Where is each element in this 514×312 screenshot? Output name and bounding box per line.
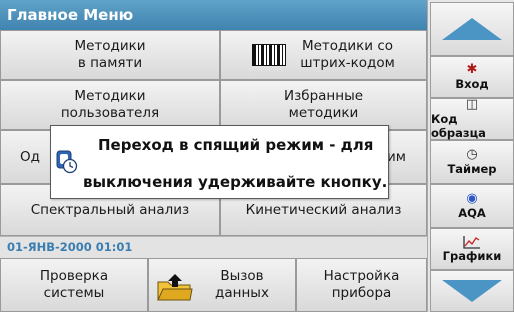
kinetic-analysis-label: Кинетический анализ [245, 201, 402, 218]
barcode-programs-button[interactable]: Методики со штрих-кодом [220, 30, 427, 80]
arrow-down-icon [442, 280, 502, 302]
folder-upload-icon [157, 274, 193, 301]
recall-data-label: Вызов данных [215, 268, 269, 301]
status-bar: 01-ЯНВ-2000 01:01 [0, 236, 427, 258]
clock-icon: ◷ [466, 147, 478, 162]
recall-data-button[interactable]: Вызов данных [148, 258, 296, 312]
scroll-down-button[interactable] [430, 270, 514, 312]
graphs-label: Графики [442, 249, 502, 263]
quality-icon: ◉ [466, 191, 478, 206]
datetime-label: 01-ЯНВ-2000 01:01 [7, 240, 133, 254]
stored-programs-label: Методики в памяти [74, 38, 146, 71]
barcode-icon [252, 44, 287, 66]
instrument-setup-label: Настройка прибора [323, 268, 400, 301]
login-button[interactable]: ✱ Вход [430, 56, 514, 98]
sleep-clock-icon [56, 150, 78, 174]
graph-icon [463, 236, 480, 249]
arrow-up-icon [442, 18, 502, 40]
dialog-message-line-1: Переход в спящий режим - для [98, 136, 374, 154]
aqa-button[interactable]: ◉ AQA [430, 184, 514, 228]
graphs-button[interactable]: Графики [430, 228, 514, 270]
aqa-label: AQA [458, 206, 486, 220]
timer-button[interactable]: ◷ Таймер [430, 140, 514, 184]
person-icon: ✱ [466, 62, 478, 77]
favorites-label: Избранные методики [283, 88, 364, 121]
instrument-setup-button[interactable]: Настройка прибора [296, 258, 427, 312]
barcode-programs-label: Методики со штрих-кодом [300, 38, 395, 71]
vial-icon: ◫ [465, 97, 479, 112]
stored-programs-button[interactable]: Методики в памяти [0, 30, 220, 80]
user-programs-label: Методики пользователя [60, 88, 160, 121]
dialog-message-line-2: выключения удерживайте кнопку. [83, 173, 388, 191]
page-title: Главное Меню [0, 0, 427, 30]
timer-label: Таймер [447, 162, 497, 176]
sleep-mode-dialog: Переход в спящий режим - для выключения … [50, 125, 389, 199]
sample-id-label: Код образца [431, 112, 486, 140]
system-check-button[interactable]: Проверка системы [0, 258, 148, 312]
spectral-analysis-label: Спектральный анализ [30, 201, 190, 218]
favorites-button[interactable]: Избранные методики [220, 80, 427, 130]
system-check-label: Проверка системы [39, 268, 109, 301]
single-wavelength-label: Од [20, 148, 40, 165]
user-programs-button[interactable]: Методики пользователя [0, 80, 220, 130]
login-label: Вход [455, 77, 489, 91]
scroll-up-button[interactable] [430, 2, 514, 56]
sample-id-button[interactable]: ◫ Код образца [430, 98, 514, 140]
screen: Главное Меню Методики в памяти Методики … [0, 0, 514, 312]
